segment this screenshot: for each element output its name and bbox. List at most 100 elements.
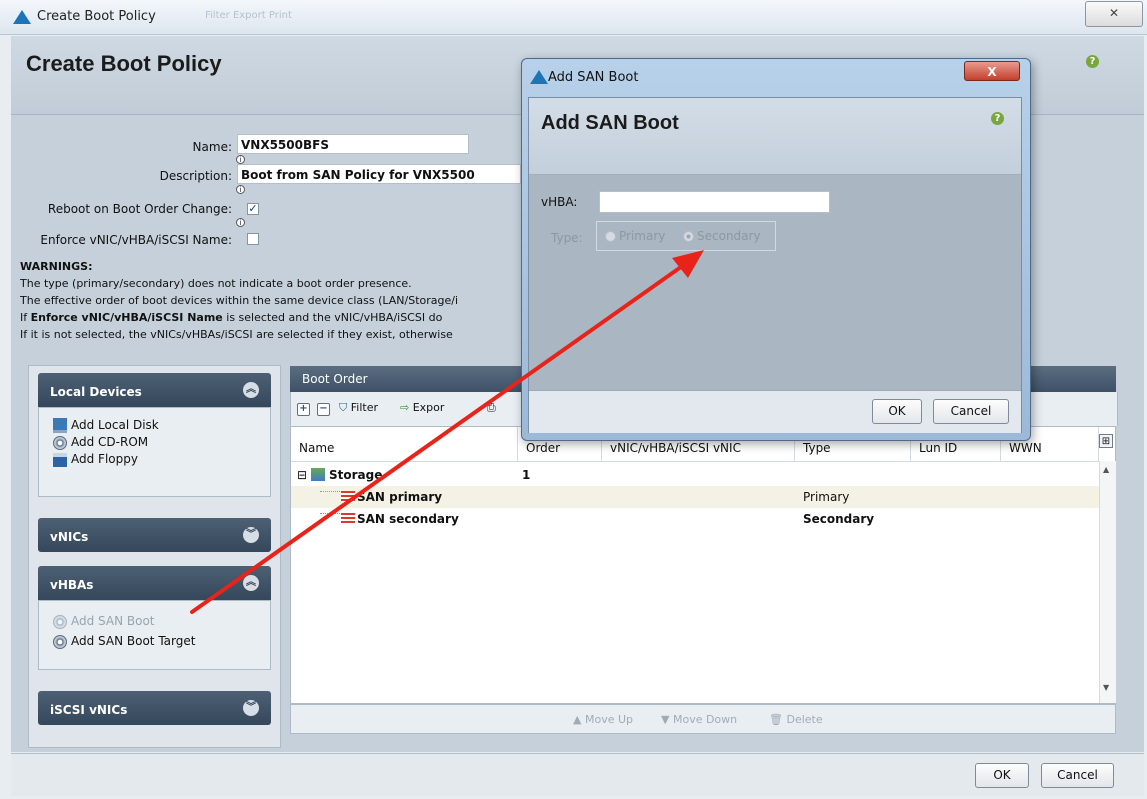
vhba-input[interactable] [599, 191, 830, 213]
add-floppy-item[interactable]: Add Floppy [53, 450, 138, 468]
app-logo-icon [530, 70, 548, 84]
accordion-iscsi-vnics[interactable]: iSCSI vNICs ︾ [38, 691, 271, 725]
window-title: Create Boot Policy [37, 9, 156, 24]
column-header[interactable]: Name [291, 427, 518, 461]
ok-button[interactable]: OK [975, 763, 1029, 788]
move-down-label: Move Down [672, 713, 738, 726]
export-label: Expor [412, 401, 445, 414]
table-row[interactable]: SAN primary Primary [291, 486, 1099, 508]
table-row[interactable]: ⊟ Storage 1 [291, 464, 1099, 486]
delete-button[interactable]: 🗑 Delete [769, 713, 823, 726]
modal-header: Add SAN Boot ? [529, 98, 1021, 175]
item-label: Add SAN Boot [71, 614, 155, 628]
tree-line [320, 491, 342, 493]
accordion-local-devices[interactable]: Local Devices ︽ [38, 373, 271, 407]
collapse-icon[interactable]: ︽ [243, 382, 259, 398]
modal-title: Add SAN Boot [541, 112, 679, 134]
filter-icon: ⛉ [339, 401, 348, 414]
filter-button[interactable]: ⛉ Filter [339, 401, 378, 415]
page-title: Create Boot Policy [26, 51, 222, 76]
expand-icon[interactable]: ︾ [243, 700, 259, 716]
row-order: 1 [522, 468, 531, 482]
window-titlebar: Create Boot Policy Filter Export Print ✕ [0, 0, 1147, 35]
add-cd-rom-item[interactable]: Add CD-ROM [53, 433, 148, 451]
warning-text: If [20, 311, 31, 324]
description-label: Description: [159, 169, 232, 183]
collapse-icon[interactable]: ︽ [243, 575, 259, 591]
info-icon: i [236, 218, 245, 227]
row-type: Primary [803, 490, 850, 504]
move-down-button[interactable]: ▼ Move Down [661, 713, 737, 726]
tree-line [320, 513, 342, 515]
accordion-title: vNICs [50, 530, 89, 544]
boot-order-title: Boot Order [302, 372, 368, 386]
vhbas-list: Add SAN Boot Add SAN Boot Target [38, 600, 271, 670]
modal-window-title: Add SAN Boot [548, 70, 639, 85]
primary-radio[interactable]: Primary [605, 229, 665, 243]
trash-icon: 🗑 [769, 713, 783, 726]
radio-label: Primary [619, 229, 666, 243]
warning-line: The effective order of boot devices with… [20, 294, 459, 307]
info-icon: i [236, 185, 245, 194]
item-label: Add Floppy [71, 452, 138, 466]
radio-label: Secondary [697, 229, 761, 243]
description-field[interactable]: Boot from SAN Policy for VNX5500 [237, 164, 521, 184]
delete-label: Delete [786, 713, 823, 726]
enforce-checkbox[interactable] [247, 233, 259, 245]
add-san-boot-item[interactable]: Add SAN Boot [53, 612, 155, 630]
enforce-label: Enforce vNIC/vHBA/iSCSI Name: [40, 233, 232, 247]
column-chooser-icon[interactable]: ⊞ [1099, 434, 1113, 448]
item-label: Add CD-ROM [71, 435, 149, 449]
print-icon[interactable]: ⎙ [487, 401, 496, 415]
vertical-scrollbar[interactable]: ▲ ▼ [1099, 461, 1116, 703]
item-label: Add Local Disk [71, 418, 159, 432]
expand-icon[interactable]: ︾ [243, 527, 259, 543]
modal-ok-button[interactable]: OK [872, 399, 922, 424]
move-up-icon: ▲ [573, 713, 582, 726]
radio-icon [605, 231, 616, 242]
warning-text: is selected and the vNIC/vHBA/iSCSI do [222, 311, 443, 324]
tree-toggle-icon[interactable]: ⊟ [297, 464, 307, 486]
move-up-button[interactable]: ▲ Move Up [573, 713, 633, 726]
accordion-vnics[interactable]: vNICs ︾ [38, 518, 271, 552]
type-label: Type: [551, 231, 583, 245]
warning-line: If Enforce vNIC/vHBA/iSCSI Name is selec… [20, 311, 525, 324]
reboot-label: Reboot on Boot Order Change: [47, 202, 232, 216]
move-down-icon: ▼ [661, 713, 670, 726]
warning-line: The type (primary/secondary) does not in… [20, 277, 412, 290]
scroll-up-icon[interactable]: ▲ [1103, 465, 1109, 474]
modal-close-button[interactable]: X [964, 61, 1020, 81]
add-local-disk-item[interactable]: Add Local Disk [53, 416, 159, 434]
help-icon[interactable]: ? [1086, 55, 1099, 68]
cancel-button[interactable]: Cancel [1041, 763, 1114, 788]
modal-cancel-button[interactable]: Cancel [933, 399, 1009, 424]
reboot-checkbox[interactable]: ✓ [247, 203, 259, 215]
add-san-boot-target-item[interactable]: Add SAN Boot Target [53, 632, 195, 650]
accordion-vhbas[interactable]: vHBAs ︽ [38, 566, 271, 600]
san-icon [341, 513, 355, 525]
boot-order-footer: ▲ Move Up ▼ Move Down 🗑 Delete [290, 704, 1116, 734]
accordion-title: vHBAs [50, 578, 94, 592]
disk-icon [53, 418, 67, 433]
row-name: Storage [329, 468, 383, 482]
row-name: SAN secondary [357, 512, 459, 526]
move-up-label: Move Up [584, 713, 633, 726]
help-icon[interactable]: ? [991, 112, 1004, 125]
modal-body: vHBA: Type: Primary Secondary [529, 175, 1021, 390]
san-boot-target-icon [53, 634, 67, 649]
scroll-down-icon[interactable]: ▼ [1103, 683, 1109, 692]
secondary-radio[interactable]: Secondary [683, 229, 761, 243]
table-row[interactable]: SAN secondary Secondary [291, 508, 1099, 530]
floppy-icon [53, 452, 67, 467]
collapse-all-icon[interactable]: − [317, 401, 330, 416]
window-close-button[interactable]: ✕ [1085, 1, 1143, 27]
expand-all-icon[interactable]: + [297, 401, 310, 416]
app-logo-icon [13, 10, 31, 24]
name-field[interactable]: VNX5500BFS [237, 134, 469, 154]
radio-icon [683, 231, 694, 242]
san-icon [341, 491, 355, 503]
local-devices-list: Add Local Disk Add CD-ROM Add Floppy [38, 407, 271, 497]
export-button[interactable]: ⇨ Expor [400, 401, 444, 414]
warning-bold-text: Enforce vNIC/vHBA/iSCSI Name [30, 311, 223, 324]
dialog-footer: OK Cancel [11, 753, 1144, 796]
